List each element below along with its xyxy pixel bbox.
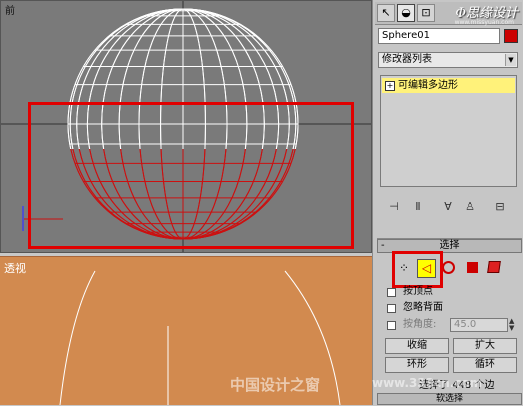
- watermark-text: 中国设计之窗: [230, 376, 321, 394]
- ignore-backfacing-label: 忽略背面: [403, 302, 443, 313]
- watermark-url: www.333cn.com: [372, 376, 483, 390]
- create-tab[interactable]: ↖: [377, 4, 395, 22]
- modify-tab[interactable]: ◒: [397, 4, 415, 22]
- ring-button[interactable]: 环形: [385, 357, 449, 373]
- element-icon[interactable]: [487, 261, 501, 273]
- show-end-result-icon[interactable]: Ⅱ: [410, 199, 426, 215]
- modifier-list-dropdown[interactable]: 修改器列表 ▼: [378, 52, 518, 68]
- hierarchy-icon: ⊡: [421, 6, 431, 19]
- site-logo-url: www.missyuan.com: [454, 19, 514, 26]
- by-vertex-label: 按顶点: [403, 286, 433, 297]
- make-unique-icon[interactable]: ∀: [440, 199, 456, 215]
- remove-modifier-icon[interactable]: ♙: [462, 199, 478, 215]
- stack-item-editable-poly[interactable]: + 可编辑多边形: [382, 78, 515, 93]
- cursor-icon: ↖: [381, 6, 391, 19]
- loop-button[interactable]: 循环: [453, 357, 517, 373]
- perspective-viewport[interactable]: 透视 中国设计之窗: [0, 256, 372, 405]
- selection-highlight-box: [28, 102, 354, 249]
- object-name-field[interactable]: Sphere01: [378, 28, 500, 44]
- grow-button[interactable]: 扩大: [453, 338, 517, 354]
- by-angle-label: 按角度:: [403, 319, 437, 330]
- stack-item-label: 可编辑多边形: [398, 80, 458, 91]
- border-icon[interactable]: [442, 261, 455, 274]
- configure-sets-icon[interactable]: ⊟: [492, 199, 508, 215]
- collapse-icon: -: [381, 240, 385, 251]
- chevron-down-icon: ▼: [505, 54, 516, 66]
- modifier-list-label: 修改器列表: [382, 54, 432, 65]
- shrink-button[interactable]: 收缩: [385, 338, 449, 354]
- subobject-highlight-box: [392, 251, 443, 288]
- pin-stack-icon[interactable]: ⊣: [386, 199, 402, 215]
- command-panel-tabs: ↖ ◒ ⊡ Φ思缘设计 www.missyuan.com: [375, 2, 522, 26]
- angle-spinner[interactable]: 45.0: [450, 318, 508, 332]
- command-panel: ↖ ◒ ⊡ Φ思缘设计 www.missyuan.com Sphere01 修改…: [372, 0, 523, 405]
- modify-icon: ◒: [401, 6, 411, 19]
- by-angle-checkbox[interactable]: [387, 321, 396, 330]
- selection-rollout-title: 选择: [439, 240, 460, 251]
- front-viewport[interactable]: 前: [0, 0, 372, 253]
- polygon-icon[interactable]: [467, 262, 478, 273]
- ignore-backfacing-checkbox[interactable]: [387, 304, 396, 313]
- expand-icon[interactable]: +: [385, 81, 395, 91]
- by-vertex-checkbox[interactable]: [387, 288, 396, 297]
- soft-selection-title: 软选择: [435, 394, 463, 404]
- object-color-swatch[interactable]: [504, 29, 518, 43]
- soft-selection-rollout-header[interactable]: 软选择: [377, 393, 522, 405]
- modifier-stack: + 可编辑多边形: [380, 75, 517, 187]
- stack-tools: ⊣ Ⅱ ∀ ♙ ⊟: [380, 196, 520, 218]
- spinner-arrows-icon[interactable]: ▲ ▼: [509, 318, 514, 332]
- hierarchy-tab[interactable]: ⊡: [417, 4, 435, 22]
